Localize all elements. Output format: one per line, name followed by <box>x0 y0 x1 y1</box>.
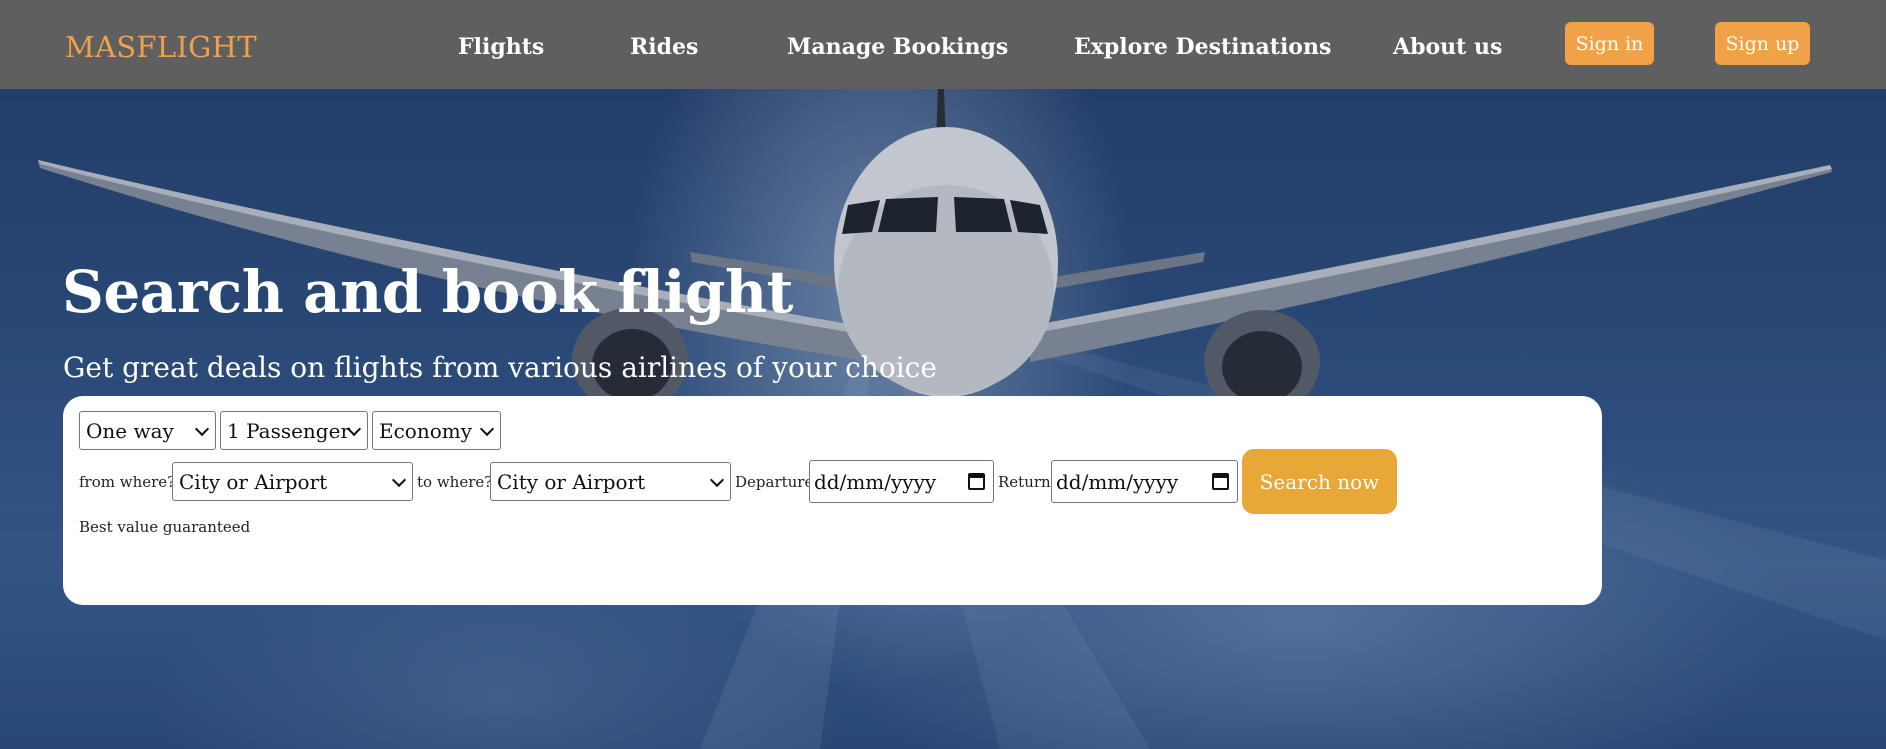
calendar-icon[interactable] <box>968 473 985 490</box>
trip-type-select[interactable]: One way <box>79 411 216 450</box>
return-label: Return <box>998 473 1051 491</box>
departure-date-input[interactable]: dd/mm/yyyy <box>809 460 994 503</box>
from-value: City or Airport <box>179 469 328 494</box>
return-date-input[interactable]: dd/mm/yyyy <box>1051 460 1238 503</box>
chevron-down-icon <box>709 472 725 487</box>
search-now-button[interactable]: Search now <box>1242 449 1397 514</box>
nav-link-about-us[interactable]: About us <box>1393 34 1502 60</box>
to-label: to where? <box>417 473 493 491</box>
top-navbar: MASFLIGHT Flights Rides Manage Bookings … <box>0 0 1886 89</box>
nav-link-rides[interactable]: Rides <box>630 34 698 60</box>
departure-date-placeholder: dd/mm/yyyy <box>814 469 937 494</box>
chevron-down-icon <box>194 421 210 436</box>
trip-type-value: One way <box>86 418 174 443</box>
from-select[interactable]: City or Airport <box>172 462 413 501</box>
hero-title: Search and book flight <box>62 258 793 326</box>
sign-in-button[interactable]: Sign in <box>1565 22 1654 65</box>
passengers-select[interactable]: 1 Passenger <box>220 411 368 450</box>
chevron-down-icon <box>479 421 495 436</box>
hero-subtitle: Get great deals on flights from various … <box>63 351 937 384</box>
best-value-note: Best value guaranteed <box>79 518 251 536</box>
chevron-down-icon <box>391 472 407 487</box>
passengers-value: 1 Passenger <box>227 418 351 443</box>
nav-link-manage-bookings[interactable]: Manage Bookings <box>787 34 1008 60</box>
cabin-class-value: Economy <box>379 418 473 443</box>
brand-logo[interactable]: MASFLIGHT <box>65 30 257 64</box>
sign-up-button[interactable]: Sign up <box>1715 22 1810 65</box>
to-select[interactable]: City or Airport <box>490 462 731 501</box>
calendar-icon[interactable] <box>1212 473 1229 490</box>
from-label: from where? <box>79 473 176 491</box>
flight-search-form: One way 1 Passenger Economy from where? … <box>63 396 1602 605</box>
nav-link-explore-destinations[interactable]: Explore Destinations <box>1074 34 1331 60</box>
return-date-placeholder: dd/mm/yyyy <box>1056 469 1179 494</box>
to-value: City or Airport <box>497 469 646 494</box>
departure-label: Departure <box>735 473 814 491</box>
nav-link-flights[interactable]: Flights <box>458 34 544 60</box>
cabin-class-select[interactable]: Economy <box>372 411 501 450</box>
